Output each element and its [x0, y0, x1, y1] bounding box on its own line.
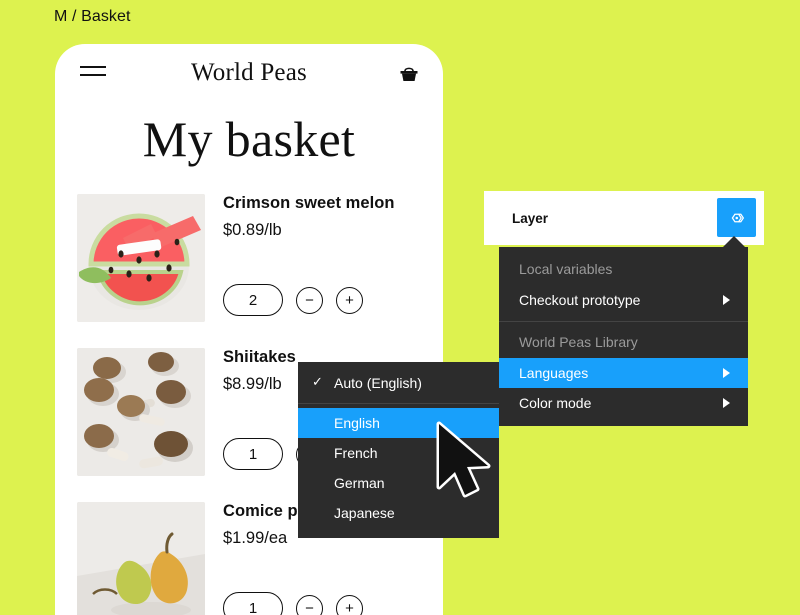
- decrement-button[interactable]: −: [296, 594, 323, 615]
- check-icon: ✓: [312, 374, 323, 389]
- menu-section-heading-library: World Peas Library: [519, 334, 638, 350]
- menu-item-label: Languages: [519, 365, 589, 381]
- product-price: $0.89/lb: [223, 221, 282, 239]
- submenu-item-label: French: [334, 445, 378, 461]
- product-name: Crimson sweet melon: [223, 194, 395, 212]
- app-header: World Peas: [55, 44, 443, 102]
- menu-item-checkout-prototype[interactable]: Checkout prototype: [499, 285, 748, 315]
- brand-title: World Peas: [191, 59, 307, 86]
- quantity-stepper: 2 − +: [223, 284, 363, 316]
- menu-item-label: Color mode: [519, 395, 592, 411]
- submenu-item-label: English: [334, 415, 380, 431]
- product-thumbnail-watermelon: [77, 194, 205, 322]
- breadcrumb: M / Basket: [54, 8, 131, 25]
- basket-icon[interactable]: [397, 62, 421, 86]
- figma-libraries-icon[interactable]: [717, 198, 756, 237]
- decrement-button[interactable]: −: [296, 286, 323, 314]
- quantity-value[interactable]: 2: [223, 284, 283, 316]
- quantity-value[interactable]: 1: [223, 438, 283, 470]
- product-thumbnail-pears: [77, 502, 205, 615]
- submenu-item-japanese[interactable]: Japanese: [298, 498, 499, 528]
- product-thumbnail-shiitakes: [77, 348, 205, 476]
- submenu-item-label: German: [334, 475, 385, 491]
- chevron-right-icon: [723, 295, 730, 305]
- menu-item-label: Checkout prototype: [519, 292, 641, 308]
- menu-divider: [499, 321, 748, 322]
- submenu-item-french[interactable]: French: [298, 438, 499, 468]
- menu-section-heading-local: Local variables: [519, 261, 613, 277]
- menu-item-color-mode[interactable]: Color mode: [499, 388, 748, 418]
- layer-panel-title: Layer: [512, 210, 549, 226]
- increment-button[interactable]: +: [336, 286, 363, 314]
- library-context-menu: Local variables Checkout prototype World…: [499, 247, 748, 426]
- language-submenu: ✓ Auto (English) English French German J…: [298, 362, 499, 538]
- quantity-stepper: 1 − +: [223, 592, 363, 615]
- submenu-item-label: Auto (English): [334, 375, 422, 391]
- menu-item-languages[interactable]: Languages: [499, 358, 748, 388]
- submenu-item-auto[interactable]: ✓ Auto (English): [298, 368, 499, 398]
- submenu-divider: [298, 403, 499, 404]
- submenu-item-english[interactable]: English: [298, 408, 499, 438]
- submenu-item-german[interactable]: German: [298, 468, 499, 498]
- submenu-item-label: Japanese: [334, 505, 395, 521]
- increment-button[interactable]: +: [336, 594, 363, 615]
- chevron-right-icon: [723, 368, 730, 378]
- quantity-value[interactable]: 1: [223, 592, 283, 615]
- product-info: Crimson sweet melon $0.89/lb 2 − +: [223, 194, 443, 322]
- page-title: My basket: [142, 111, 356, 167]
- list-item[interactable]: Crimson sweet melon $0.89/lb 2 − +: [55, 194, 443, 322]
- chevron-right-icon: [723, 398, 730, 408]
